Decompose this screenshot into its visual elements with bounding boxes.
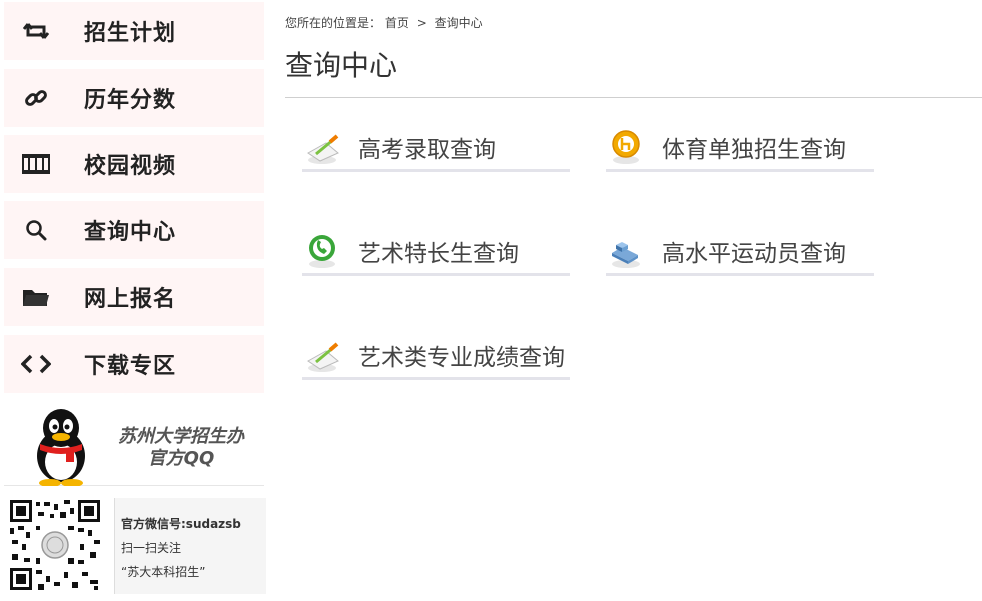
pencil-paper-icon [304, 127, 344, 167]
blue-cubes-icon [608, 231, 648, 271]
qq-contact[interactable]: 苏州大学招生办 官方QQ [4, 404, 264, 487]
query-link-label: 艺术类专业成绩查询 [358, 344, 565, 371]
breadcrumb-home-link[interactable]: 首页 [385, 16, 409, 30]
wechat-scan-text: 扫一扫关注 [121, 541, 182, 555]
green-phone-icon [304, 231, 344, 271]
qq-penguin-icon [26, 406, 96, 487]
query-link-high-level-athletes[interactable]: 高水平运动员查询 [606, 228, 874, 276]
sidebar-item-downloads[interactable]: 下载专区 [4, 335, 264, 393]
qq-caption: 苏州大学招生办 官方QQ [118, 426, 244, 469]
sidebar-item-label: 下载专区 [84, 354, 177, 379]
sidebar-item-label: 招生计划 [84, 21, 177, 46]
query-link-label: 高考录取查询 [358, 136, 496, 163]
wechat-account: 官方微信号:sudazsb [121, 517, 241, 531]
sidebar-item-enrollment-plan[interactable]: 招生计划 [4, 2, 264, 60]
breadcrumb-prefix: 您所在的位置是： [285, 16, 382, 30]
query-link-label: 艺术特长生查询 [358, 240, 519, 267]
sidebar-item-label: 查询中心 [84, 220, 177, 245]
search-icon [18, 215, 54, 245]
title-divider [285, 97, 982, 98]
query-link-sports-admission[interactable]: 体育单独招生查询 [606, 124, 874, 172]
sidebar-item-label: 校园视频 [84, 154, 177, 179]
query-link-art-specialty[interactable]: 艺术特长生查询 [302, 228, 570, 276]
sidebar-item-query-center[interactable]: 查询中心 [4, 201, 264, 259]
sidebar-item-label: 网上报名 [84, 287, 177, 312]
folder-icon [18, 282, 54, 312]
breadcrumb-separator: > [416, 16, 427, 30]
query-link-gaokao-admission[interactable]: 高考录取查询 [302, 124, 570, 172]
wechat-name: “苏大本科招生” [121, 565, 206, 579]
film-icon [18, 149, 54, 179]
sidebar-item-campus-video[interactable]: 校园视频 [4, 135, 264, 193]
query-link-label: 体育单独招生查询 [662, 136, 846, 163]
breadcrumb-current: 查询中心 [434, 16, 483, 30]
breadcrumb: 您所在的位置是： 首页 > 查询中心 [285, 14, 483, 31]
sidebar-item-label: 历年分数 [84, 88, 177, 113]
sidebar-item-past-scores[interactable]: 历年分数 [4, 69, 264, 127]
query-link-art-major-scores[interactable]: 艺术类专业成绩查询 [302, 332, 570, 380]
page-title: 查询中心 [285, 49, 398, 82]
retweet-icon [18, 16, 54, 46]
qr-code-image [8, 498, 102, 592]
sidebar: 招生计划 历年分数 校园视频 查询中心 网上报名 下载专区 苏州大学招生办 官方… [0, 0, 266, 601]
code-icon [18, 349, 54, 379]
wechat-contact: 官方微信号:sudazsb 扫一扫关注 “苏大本科招生” [4, 494, 266, 594]
pencil-paper-icon [304, 335, 344, 375]
sidebar-item-online-registration[interactable]: 网上报名 [4, 268, 264, 326]
link-icon [18, 83, 54, 113]
orange-badge-icon [608, 127, 648, 167]
wechat-info: 官方微信号:sudazsb 扫一扫关注 “苏大本科招生” [114, 498, 266, 594]
query-link-label: 高水平运动员查询 [662, 240, 846, 267]
